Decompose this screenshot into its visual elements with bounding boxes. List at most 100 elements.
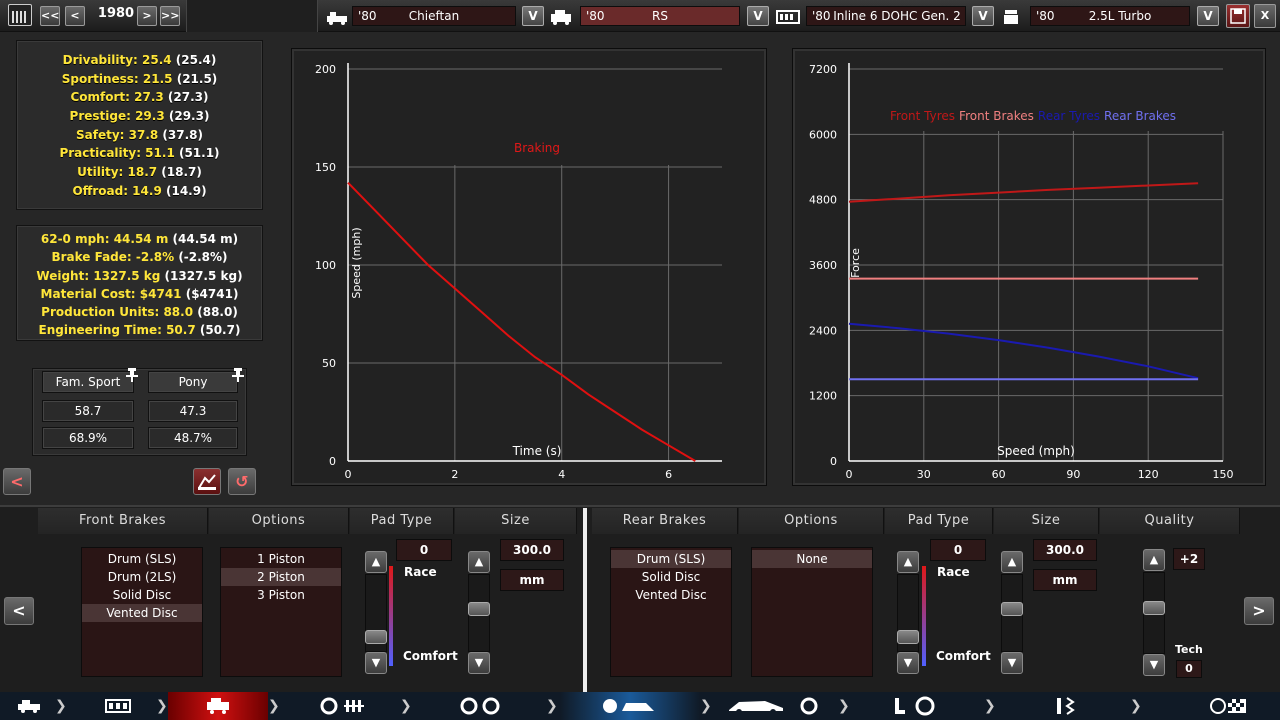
y-tick-label: 4800	[809, 194, 837, 207]
tab-separator-icon: ❯	[984, 698, 996, 714]
tab-suspension[interactable]	[1010, 692, 1120, 720]
front-brake-type-item[interactable]: Solid Disc	[82, 586, 202, 604]
tab-brakes[interactable]	[168, 692, 268, 720]
tab-aero[interactable]	[718, 692, 828, 720]
front-size-value[interactable]: 300.0	[500, 539, 564, 561]
prev-section-button[interactable]: <	[4, 597, 34, 625]
stats-list: Drivability: 25.4 (25.4) Sportiness: 21.5…	[17, 51, 262, 201]
variant-select[interactable]: '80 2.5L Turbo	[1030, 6, 1190, 26]
rear-brake-type-item[interactable]: Vented Disc	[611, 586, 731, 604]
force-chart-frame: 0 30 60 90 120 150 0 1200 2400 3600 4800 6000 7200 Sp…	[792, 48, 1266, 486]
next-section-button[interactable]: >	[1244, 597, 1274, 625]
panel-divider	[583, 508, 587, 692]
front-option-item[interactable]: 1 Piston	[221, 550, 341, 568]
front-options-header: Options	[209, 508, 349, 534]
spec-paren-value: (1327.5 kg)	[164, 268, 243, 283]
rear-option-item[interactable]: None	[752, 550, 872, 568]
year-back-fast-button[interactable]: <<	[40, 6, 60, 26]
spec-value: Production Units: 88.0	[41, 305, 198, 320]
engine-select[interactable]: '80 Inline 6 DOHC Gen. 2	[806, 6, 966, 26]
tab-testing[interactable]	[1160, 692, 1280, 720]
body-name: RS	[652, 9, 668, 23]
spec-value: Material Cost: $4741	[40, 286, 186, 301]
quality-down-button[interactable]: ▼	[1143, 654, 1165, 676]
body-dropdown-button[interactable]: V	[747, 6, 769, 26]
front-pad-slider-handle[interactable]	[365, 630, 387, 644]
calendar-icon[interactable]	[8, 4, 32, 26]
rear-brake-type-item[interactable]: Solid Disc	[611, 568, 731, 586]
test-track-icon[interactable]	[193, 468, 221, 495]
tech-label: Tech	[1175, 643, 1203, 656]
demographic-score-1: 58.7	[42, 400, 134, 422]
close-button[interactable]: X	[1254, 4, 1276, 28]
front-size-down-button[interactable]: ▼	[468, 652, 490, 674]
tab-body[interactable]	[560, 692, 700, 720]
front-option-item[interactable]: 2 Piston	[221, 568, 341, 586]
legend-entry: Rear Tyres	[1038, 109, 1100, 123]
chassis-dropdown-button[interactable]: V	[522, 6, 544, 26]
rear-pad-header: Pad Type	[885, 508, 993, 534]
front-brake-type-item[interactable]: Drum (SLS)	[82, 550, 202, 568]
tab-engine[interactable]	[290, 692, 400, 720]
body-icon	[550, 8, 572, 26]
undo-icon[interactable]: ↺	[228, 468, 256, 495]
rear-pad-down-button[interactable]: ▼	[897, 652, 919, 674]
stat-line: Utility: 18.7 (18.7)	[17, 163, 262, 182]
rear-size-unit[interactable]: mm	[1033, 569, 1097, 591]
rear-size-value[interactable]: 300.0	[1033, 539, 1097, 561]
front-size-slider-handle[interactable]	[468, 602, 490, 616]
spec-line: Material Cost: $4741 ($4741)	[17, 285, 262, 303]
legend-entry: Front Brakes	[959, 109, 1034, 123]
front-size-up-button[interactable]: ▲	[468, 551, 490, 573]
series-line	[848, 322, 1199, 380]
demographic-name-1[interactable]: Fam. Sport	[42, 371, 134, 393]
front-option-item[interactable]: 3 Piston	[221, 586, 341, 604]
rear-pad-up-button[interactable]: ▲	[897, 551, 919, 573]
pin-icon[interactable]	[126, 368, 138, 382]
tab-wheels[interactable]	[420, 692, 540, 720]
demographic-pct-1: 68.9%	[42, 427, 134, 449]
stat-line: Prestige: 29.3 (29.3)	[17, 107, 262, 126]
rear-size-slider-handle[interactable]	[1001, 602, 1023, 616]
year-forward-fast-button[interactable]: >>	[160, 6, 180, 26]
chassis-icon	[326, 8, 348, 26]
demographic-name-2[interactable]: Pony	[148, 371, 238, 393]
rear-brakes-header: Rear Brakes	[592, 508, 738, 534]
variant-dropdown-button[interactable]: V	[1197, 6, 1219, 26]
rear-pad-value: 0	[930, 539, 986, 561]
engine-name: Inline 6 DOHC Gen. 2	[833, 9, 961, 23]
front-size-unit[interactable]: mm	[500, 569, 564, 591]
save-button[interactable]	[1226, 4, 1250, 28]
pin-icon[interactable]	[232, 368, 244, 382]
body-select[interactable]: '80 RS	[580, 6, 740, 26]
front-brake-type-item[interactable]: Vented Disc	[82, 604, 202, 622]
rear-size-down-button[interactable]: ▼	[1001, 652, 1023, 674]
tab-interior[interactable]	[856, 692, 966, 720]
front-pad-up-button[interactable]: ▲	[365, 551, 387, 573]
quality-up-button[interactable]: ▲	[1143, 549, 1165, 571]
rear-size-up-button[interactable]: ▲	[1001, 551, 1023, 573]
tab-chassis[interactable]	[68, 692, 168, 720]
rear-pad-slider-handle[interactable]	[897, 630, 919, 644]
quality-slider-handle[interactable]	[1143, 601, 1165, 615]
tab-separator-icon: ❯	[400, 698, 412, 714]
front-pad-header: Pad Type	[350, 508, 454, 534]
spec-paren-value: (50.7)	[199, 323, 241, 338]
stat-paren-value: (27.3)	[167, 90, 209, 105]
force-chart: 0 30 60 90 120 150 0 1200 2400 3600 4800 6000 7200 Sp…	[809, 63, 1234, 481]
front-brake-type-item[interactable]: Drum (2LS)	[82, 568, 202, 586]
x-tick-label: 6	[665, 468, 672, 481]
stats-panel: Drivability: 25.4 (25.4) Sportiness: 21.5…	[16, 40, 263, 210]
year-forward-button[interactable]: >	[137, 6, 157, 26]
front-pad-down-button[interactable]: ▼	[365, 652, 387, 674]
demographic-score-2: 47.3	[148, 400, 238, 422]
tab-model[interactable]	[0, 692, 58, 720]
y-axis-label: Speed (mph)	[350, 227, 363, 298]
engine-dropdown-button[interactable]: V	[972, 6, 994, 26]
back-button[interactable]: <	[3, 468, 31, 495]
year-back-button[interactable]: <	[65, 6, 85, 26]
y-tick-label: 50	[322, 357, 336, 370]
y-tick-label: 1200	[809, 390, 837, 403]
rear-brake-type-item[interactable]: Drum (SLS)	[611, 550, 731, 568]
chassis-select[interactable]: '80 Chieftan	[352, 6, 516, 26]
